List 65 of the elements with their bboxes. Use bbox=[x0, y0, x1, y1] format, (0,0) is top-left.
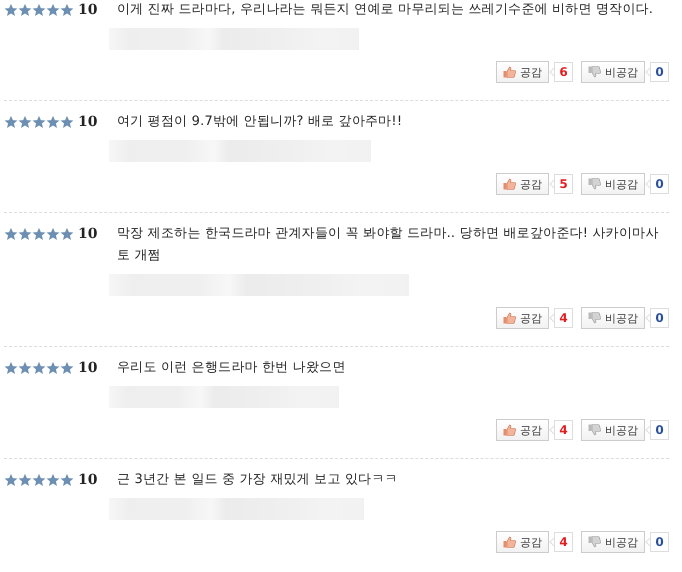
agree-button[interactable]: 공감 bbox=[496, 307, 549, 329]
star-icon bbox=[18, 361, 32, 375]
thumbs-down-icon bbox=[588, 312, 601, 324]
vote-count: 6 bbox=[549, 62, 573, 82]
vote-count: 0 bbox=[645, 308, 669, 328]
star-icon bbox=[4, 115, 18, 129]
star-icon bbox=[4, 227, 18, 241]
star-icon bbox=[46, 473, 60, 487]
thumbs-up-icon bbox=[503, 178, 516, 190]
disagree-button[interactable]: 비공감 bbox=[581, 61, 645, 83]
star-icon bbox=[32, 473, 46, 487]
thumbs-up-icon bbox=[503, 424, 516, 436]
disagree-button[interactable]: 비공감 bbox=[581, 419, 645, 441]
review-text: 근 3년간 본 일드 중 가장 재밌게 보고 있다ㅋㅋ bbox=[117, 471, 399, 489]
disagree-button[interactable]: 비공감 bbox=[581, 173, 645, 195]
star-icon bbox=[60, 115, 74, 129]
vote-count: 4 bbox=[549, 420, 573, 440]
agree-button[interactable]: 공감 bbox=[496, 531, 549, 553]
star-icon bbox=[32, 115, 46, 129]
review-text: 이게 진짜 드라마다, 우리나라는 뭐든지 연예로 마무리되는 쓰레기수준에 비하면 명작이다. bbox=[117, 1, 654, 19]
disagree-button[interactable]: 비공감 bbox=[581, 531, 645, 553]
star-icon bbox=[32, 3, 46, 17]
vote-count: 0 bbox=[645, 62, 669, 82]
rating-score: 10 bbox=[78, 226, 98, 242]
vote-count: 4 bbox=[549, 532, 573, 552]
star-icon bbox=[18, 227, 32, 241]
review-text: 우리도 이런 은행드라마 한번 나왔으면 bbox=[117, 359, 347, 377]
agree-button[interactable]: 공감 bbox=[496, 61, 549, 83]
thumbs-up-icon bbox=[503, 66, 516, 78]
thumbs-down-icon bbox=[588, 66, 601, 78]
agree-button[interactable]: 공감 bbox=[496, 173, 549, 195]
star-icon bbox=[18, 3, 32, 17]
star-icon bbox=[4, 473, 18, 487]
rating-score: 10 bbox=[78, 2, 98, 18]
star-icon bbox=[60, 227, 74, 241]
star-icon bbox=[60, 361, 74, 375]
star-icon bbox=[4, 361, 18, 375]
vote-count: 0 bbox=[645, 420, 669, 440]
star-icon bbox=[46, 227, 60, 241]
thumbs-up-icon bbox=[503, 536, 516, 548]
thumbs-up-icon bbox=[503, 312, 516, 324]
agree-button[interactable]: 공감 bbox=[496, 419, 549, 441]
star-icon bbox=[18, 473, 32, 487]
rating-score: 10 bbox=[78, 472, 98, 488]
rating-score: 10 bbox=[78, 360, 98, 376]
thumbs-down-icon bbox=[588, 536, 601, 548]
star-icon bbox=[60, 3, 74, 17]
thumbs-down-icon bbox=[588, 424, 601, 436]
star-icon bbox=[60, 473, 74, 487]
vote-count: 5 bbox=[549, 174, 573, 194]
star-icon bbox=[32, 227, 46, 241]
star-icon bbox=[46, 361, 60, 375]
review-text: 막장 제조하는 한국드라마 관계자들이 꼭 봐야할 드라마.. 당하면 배로갚아준다! 사카이마사토 개쩜 bbox=[117, 225, 660, 265]
review-text: 여기 평점이 9.7밖에 안됩니까? 배로 갚아주마!! bbox=[117, 113, 404, 131]
star-icon bbox=[46, 3, 60, 17]
thumbs-down-icon bbox=[588, 178, 601, 190]
star-icon bbox=[18, 115, 32, 129]
star-icon bbox=[46, 115, 60, 129]
star-icon bbox=[4, 3, 18, 17]
vote-count: 4 bbox=[549, 308, 573, 328]
rating-score: 10 bbox=[78, 114, 98, 130]
vote-count: 0 bbox=[645, 532, 669, 552]
vote-count: 0 bbox=[645, 174, 669, 194]
disagree-button[interactable]: 비공감 bbox=[581, 307, 645, 329]
star-icon bbox=[32, 361, 46, 375]
